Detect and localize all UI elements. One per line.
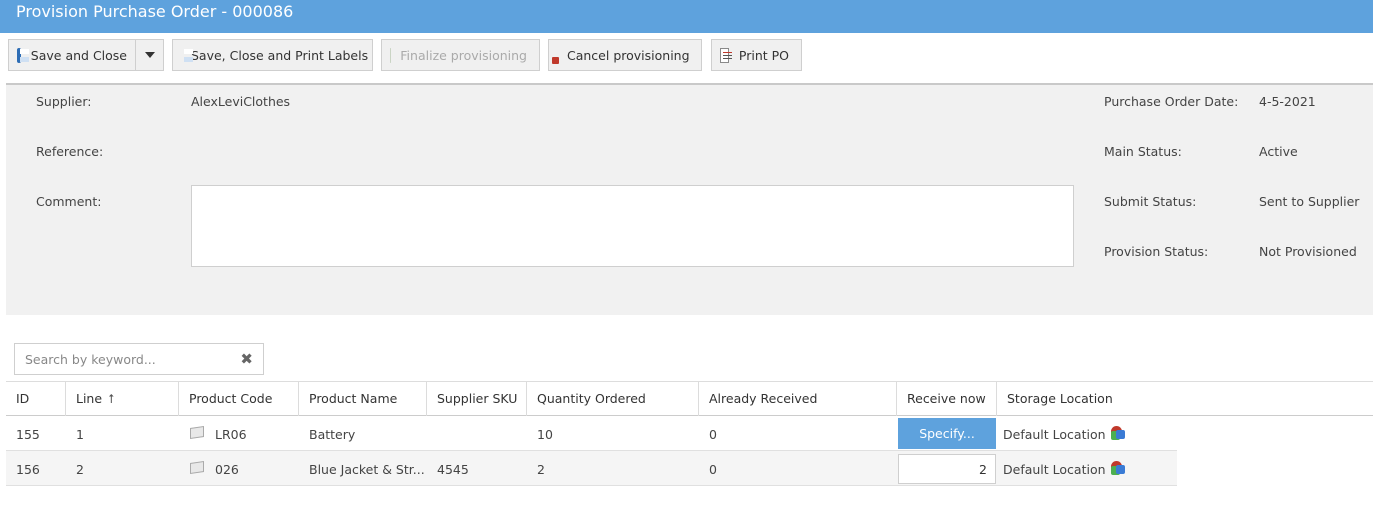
table-row[interactable]: 156 2 026 Blue Jacket & Str... 4545 2 0 … bbox=[6, 451, 1177, 486]
product-box-icon bbox=[189, 460, 203, 472]
finalize-provisioning-button[interactable]: Finalize provisioning bbox=[381, 39, 540, 71]
supplier-label: Supplier: bbox=[36, 94, 92, 109]
save-icon bbox=[17, 47, 29, 63]
po-date-label: Purchase Order Date: bbox=[1104, 94, 1239, 109]
finalize-provisioning-label: Finalize provisioning bbox=[400, 47, 527, 63]
cell-quantity-ordered: 10 bbox=[537, 427, 553, 442]
print-po-button[interactable]: Print PO bbox=[711, 39, 802, 71]
main-status-value: Active bbox=[1259, 144, 1298, 159]
window-title: Provision Purchase Order - 000086 bbox=[0, 0, 1373, 33]
clear-icon[interactable]: ✖ bbox=[240, 350, 253, 368]
supplier-value: AlexLeviClothes bbox=[191, 94, 291, 109]
cell-product-code: 026 bbox=[179, 451, 239, 486]
order-lines-grid: ID Line ⭡ Product Code Product Name Suppl… bbox=[6, 381, 1373, 486]
location-icon[interactable] bbox=[1110, 461, 1126, 475]
main-status-label: Main Status: bbox=[1104, 144, 1182, 159]
location-icon[interactable] bbox=[1110, 426, 1126, 440]
product-box-icon bbox=[189, 425, 203, 437]
cell-storage-location[interactable]: Default Location bbox=[993, 416, 1126, 451]
cell-storage-location-text: Default Location bbox=[1003, 427, 1106, 442]
cancel-provisioning-label: Cancel provisioning bbox=[567, 47, 690, 63]
column-header-storage-location[interactable]: Storage Location bbox=[997, 382, 1373, 416]
cell-product-code-text: LR06 bbox=[215, 427, 247, 442]
cell-supplier-sku bbox=[427, 416, 437, 451]
submit-status-value: Sent to Supplier bbox=[1259, 194, 1360, 209]
order-details-panel: Supplier: AlexLeviClothes Reference: Com… bbox=[6, 85, 1373, 315]
cell-product-name: Blue Jacket & Str... bbox=[309, 462, 425, 477]
column-header-quantity-ordered[interactable]: Quantity Ordered bbox=[527, 382, 699, 416]
print-icon bbox=[720, 47, 732, 63]
search-input[interactable] bbox=[25, 351, 241, 367]
cancel-provisioning-button[interactable]: Cancel provisioning bbox=[548, 39, 702, 71]
save-and-close-button[interactable]: Save and Close bbox=[8, 39, 164, 71]
search-box: ✖ bbox=[14, 343, 264, 375]
cell-product-code: LR06 bbox=[179, 416, 247, 451]
cell-id: 156 bbox=[16, 462, 40, 477]
print-po-label: Print PO bbox=[738, 47, 789, 63]
table-row[interactable]: 155 1 LR06 Battery 10 0 Specify... Defau… bbox=[6, 416, 1177, 451]
save-options-dropdown[interactable] bbox=[135, 40, 163, 70]
po-date-value: 4-5-2021 bbox=[1259, 94, 1316, 109]
column-header-line[interactable]: Line ⭡ bbox=[66, 382, 179, 416]
cell-product-name: Battery bbox=[309, 427, 356, 442]
comment-label: Comment: bbox=[36, 194, 102, 209]
cell-id: 155 bbox=[16, 427, 40, 442]
column-header-line-label: Line bbox=[76, 391, 103, 406]
toolbar: Save and Close Save, Close and Print Lab… bbox=[8, 38, 1368, 72]
column-header-product-code[interactable]: Product Code bbox=[179, 382, 299, 416]
cell-line: 1 bbox=[76, 427, 84, 442]
provision-status-label: Provision Status: bbox=[1104, 244, 1209, 259]
cell-already-received: 0 bbox=[709, 427, 717, 442]
receive-now-input[interactable] bbox=[898, 454, 996, 484]
grid-header: ID Line ⭡ Product Code Product Name Suppl… bbox=[6, 381, 1373, 416]
submit-status-label: Submit Status: bbox=[1104, 194, 1197, 209]
column-header-id[interactable]: ID bbox=[6, 382, 66, 416]
cell-storage-location[interactable]: Default Location bbox=[993, 451, 1126, 486]
column-header-already-received[interactable]: Already Received bbox=[699, 382, 897, 416]
cell-already-received: 0 bbox=[709, 462, 717, 477]
save-close-print-labels-label: Save, Close and Print Labels bbox=[191, 47, 369, 63]
specify-button[interactable]: Specify... bbox=[898, 418, 996, 449]
save-close-print-labels-button[interactable]: Save, Close and Print Labels bbox=[172, 39, 373, 71]
column-header-receive-now[interactable]: Receive now bbox=[897, 382, 997, 416]
cell-line: 2 bbox=[76, 462, 84, 477]
reference-label: Reference: bbox=[36, 144, 104, 159]
cell-storage-location-text: Default Location bbox=[1003, 462, 1106, 477]
column-header-supplier-sku[interactable]: Supplier SKU bbox=[427, 382, 527, 416]
sort-up-icon: ⭡ bbox=[108, 391, 114, 406]
cell-quantity-ordered: 2 bbox=[537, 462, 545, 477]
provision-status-value: Not Provisioned bbox=[1259, 244, 1357, 259]
cell-product-code-text: 026 bbox=[215, 462, 239, 477]
chevron-down-icon bbox=[144, 52, 155, 58]
column-header-product-name[interactable]: Product Name bbox=[299, 382, 427, 416]
save-and-close-label: Save and Close bbox=[30, 47, 127, 63]
cell-supplier-sku: 4545 bbox=[437, 462, 469, 477]
comment-field[interactable] bbox=[191, 185, 1074, 267]
